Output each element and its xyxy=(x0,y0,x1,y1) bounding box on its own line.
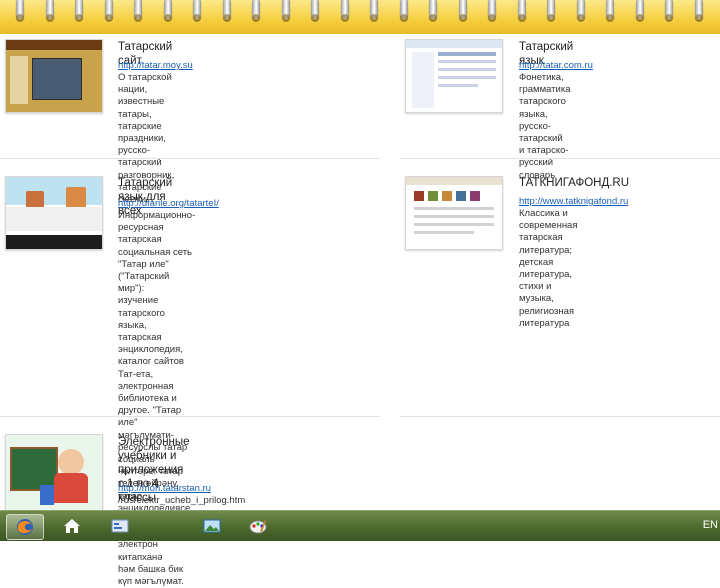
home-icon xyxy=(64,519,80,533)
spiral-ring xyxy=(134,0,142,22)
site-thumbnail[interactable] xyxy=(405,176,503,250)
row-divider xyxy=(0,158,380,159)
site-thumbnail[interactable] xyxy=(5,176,103,250)
card-description: Фонетика, грамматика татарского языка, р… xyxy=(519,72,571,181)
page-content: Татарский сайт http://tatar.moy.su О тат… xyxy=(0,34,720,587)
card-link[interactable]: http://tatar.moy.su xyxy=(118,60,193,72)
control-panel-icon xyxy=(111,519,129,533)
taskbar-home[interactable] xyxy=(54,514,90,538)
row-divider xyxy=(400,416,720,417)
spiral-ring xyxy=(45,0,54,22)
taskbar-firefox[interactable] xyxy=(6,514,44,540)
spiral-ring xyxy=(576,0,585,22)
spiral-ring xyxy=(399,0,408,22)
spiral-ring xyxy=(281,0,290,22)
spiral-ring xyxy=(488,0,496,22)
spiral-ring xyxy=(340,0,349,22)
spiral-ring xyxy=(370,0,378,22)
spiral-ring xyxy=(252,0,260,22)
card-link[interactable]: http://tatar.com.ru xyxy=(519,60,593,72)
spiral-ring xyxy=(665,0,673,22)
row-divider xyxy=(0,416,380,417)
spiral-ring xyxy=(163,0,172,22)
spiral-ring xyxy=(547,0,555,22)
taskbar-paint[interactable] xyxy=(240,514,276,538)
spiral-ring xyxy=(458,0,467,22)
spiral-ring xyxy=(606,0,614,22)
site-thumbnail[interactable] xyxy=(405,39,503,113)
spiral-ring xyxy=(104,0,113,22)
taskbar-control-panel[interactable] xyxy=(102,514,138,538)
card-title: ТАТКНИГАФОНД.RU xyxy=(519,177,630,189)
row-divider xyxy=(400,158,720,159)
taskbar-image-viewer[interactable] xyxy=(194,514,230,538)
spiral-ring xyxy=(311,0,319,22)
card-description: Классика и современная татарская литерат… xyxy=(519,208,578,329)
spiral-ring xyxy=(16,0,24,22)
spiral-ring xyxy=(75,0,83,22)
spiral-ring xyxy=(694,0,703,22)
firefox-icon xyxy=(17,519,33,535)
site-thumbnail[interactable] xyxy=(5,39,103,113)
spiral-ring xyxy=(193,0,201,22)
paint-icon xyxy=(249,520,267,534)
image-viewer-icon xyxy=(203,519,221,533)
card-link[interactable]: http://ufarile.org/tatarteI/ xyxy=(118,198,219,210)
spiral-ring xyxy=(222,0,231,22)
site-thumbnail[interactable] xyxy=(5,434,103,512)
tray-language[interactable]: EN xyxy=(703,519,718,531)
spiral-ring xyxy=(517,0,526,22)
card-link[interactable]: http://www.tatknigafond.ru xyxy=(519,196,628,208)
spiral-ring xyxy=(635,0,644,22)
taskbar: EN xyxy=(0,510,720,541)
card-link[interactable]: http://mon.tatarstan.ru xyxy=(118,483,211,495)
card-description: /rus/elektr_ucheb_i_prilog.htm xyxy=(118,495,246,506)
spiral-ring xyxy=(429,0,437,22)
